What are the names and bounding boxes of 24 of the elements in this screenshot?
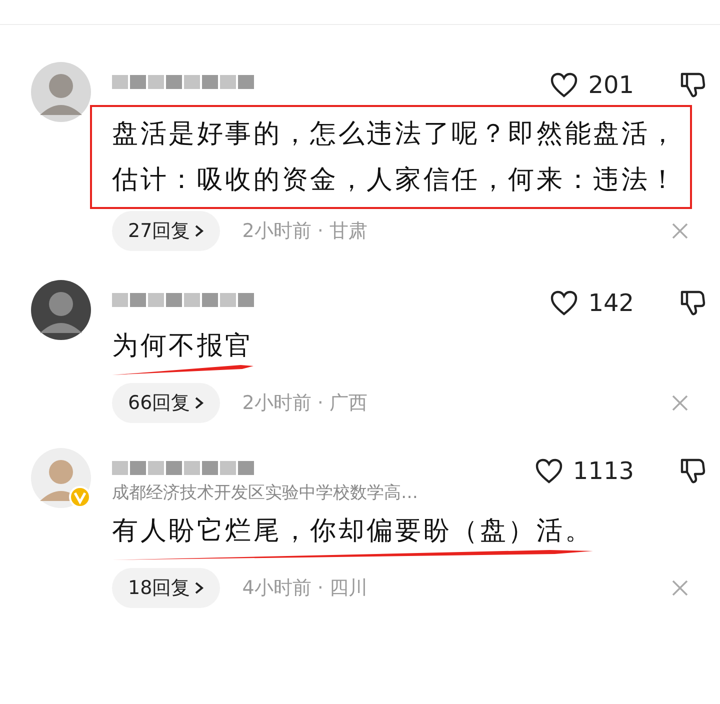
comment-text: 有人盼它烂尾，你却偏要盼（盘）活。 (112, 515, 594, 548)
chevron-icon (194, 396, 204, 410)
thumbs-down-icon[interactable] (680, 457, 706, 485)
like-count: 201 (588, 71, 634, 99)
user-description: 成都经济技术开发区实验中学校数学高… (112, 482, 419, 504)
heart-icon[interactable] (550, 290, 578, 316)
chevron-icon (194, 581, 204, 595)
verified-badge-icon (69, 486, 91, 508)
comment-text: 为何不报官 (112, 330, 254, 363)
comment-meta: 2小时前 · 甘肃 (242, 219, 368, 244)
comment-meta: 2小时前 · 广西 (242, 391, 368, 416)
replies-button[interactable]: 66回复 (112, 383, 220, 423)
thumbs-down-icon[interactable] (680, 289, 706, 317)
comment-meta: 4小时前 · 四川 (242, 576, 368, 601)
replies-button[interactable]: 27回复 (112, 211, 220, 251)
chevron-icon (194, 224, 204, 238)
heart-icon[interactable] (550, 72, 578, 98)
avatar[interactable] (30, 279, 92, 341)
heart-icon[interactable] (534, 458, 563, 484)
like-count: 142 (588, 289, 634, 317)
thumbs-down-icon[interactable] (680, 71, 706, 99)
comment-text: 盘活是好事的，怎么违法了呢？即然能盘活，估计：吸收的资金，人家信任，何来：违法！ (112, 118, 679, 197)
replies-button[interactable]: 18回复 (112, 568, 220, 608)
like-count: 1113 (572, 457, 634, 485)
